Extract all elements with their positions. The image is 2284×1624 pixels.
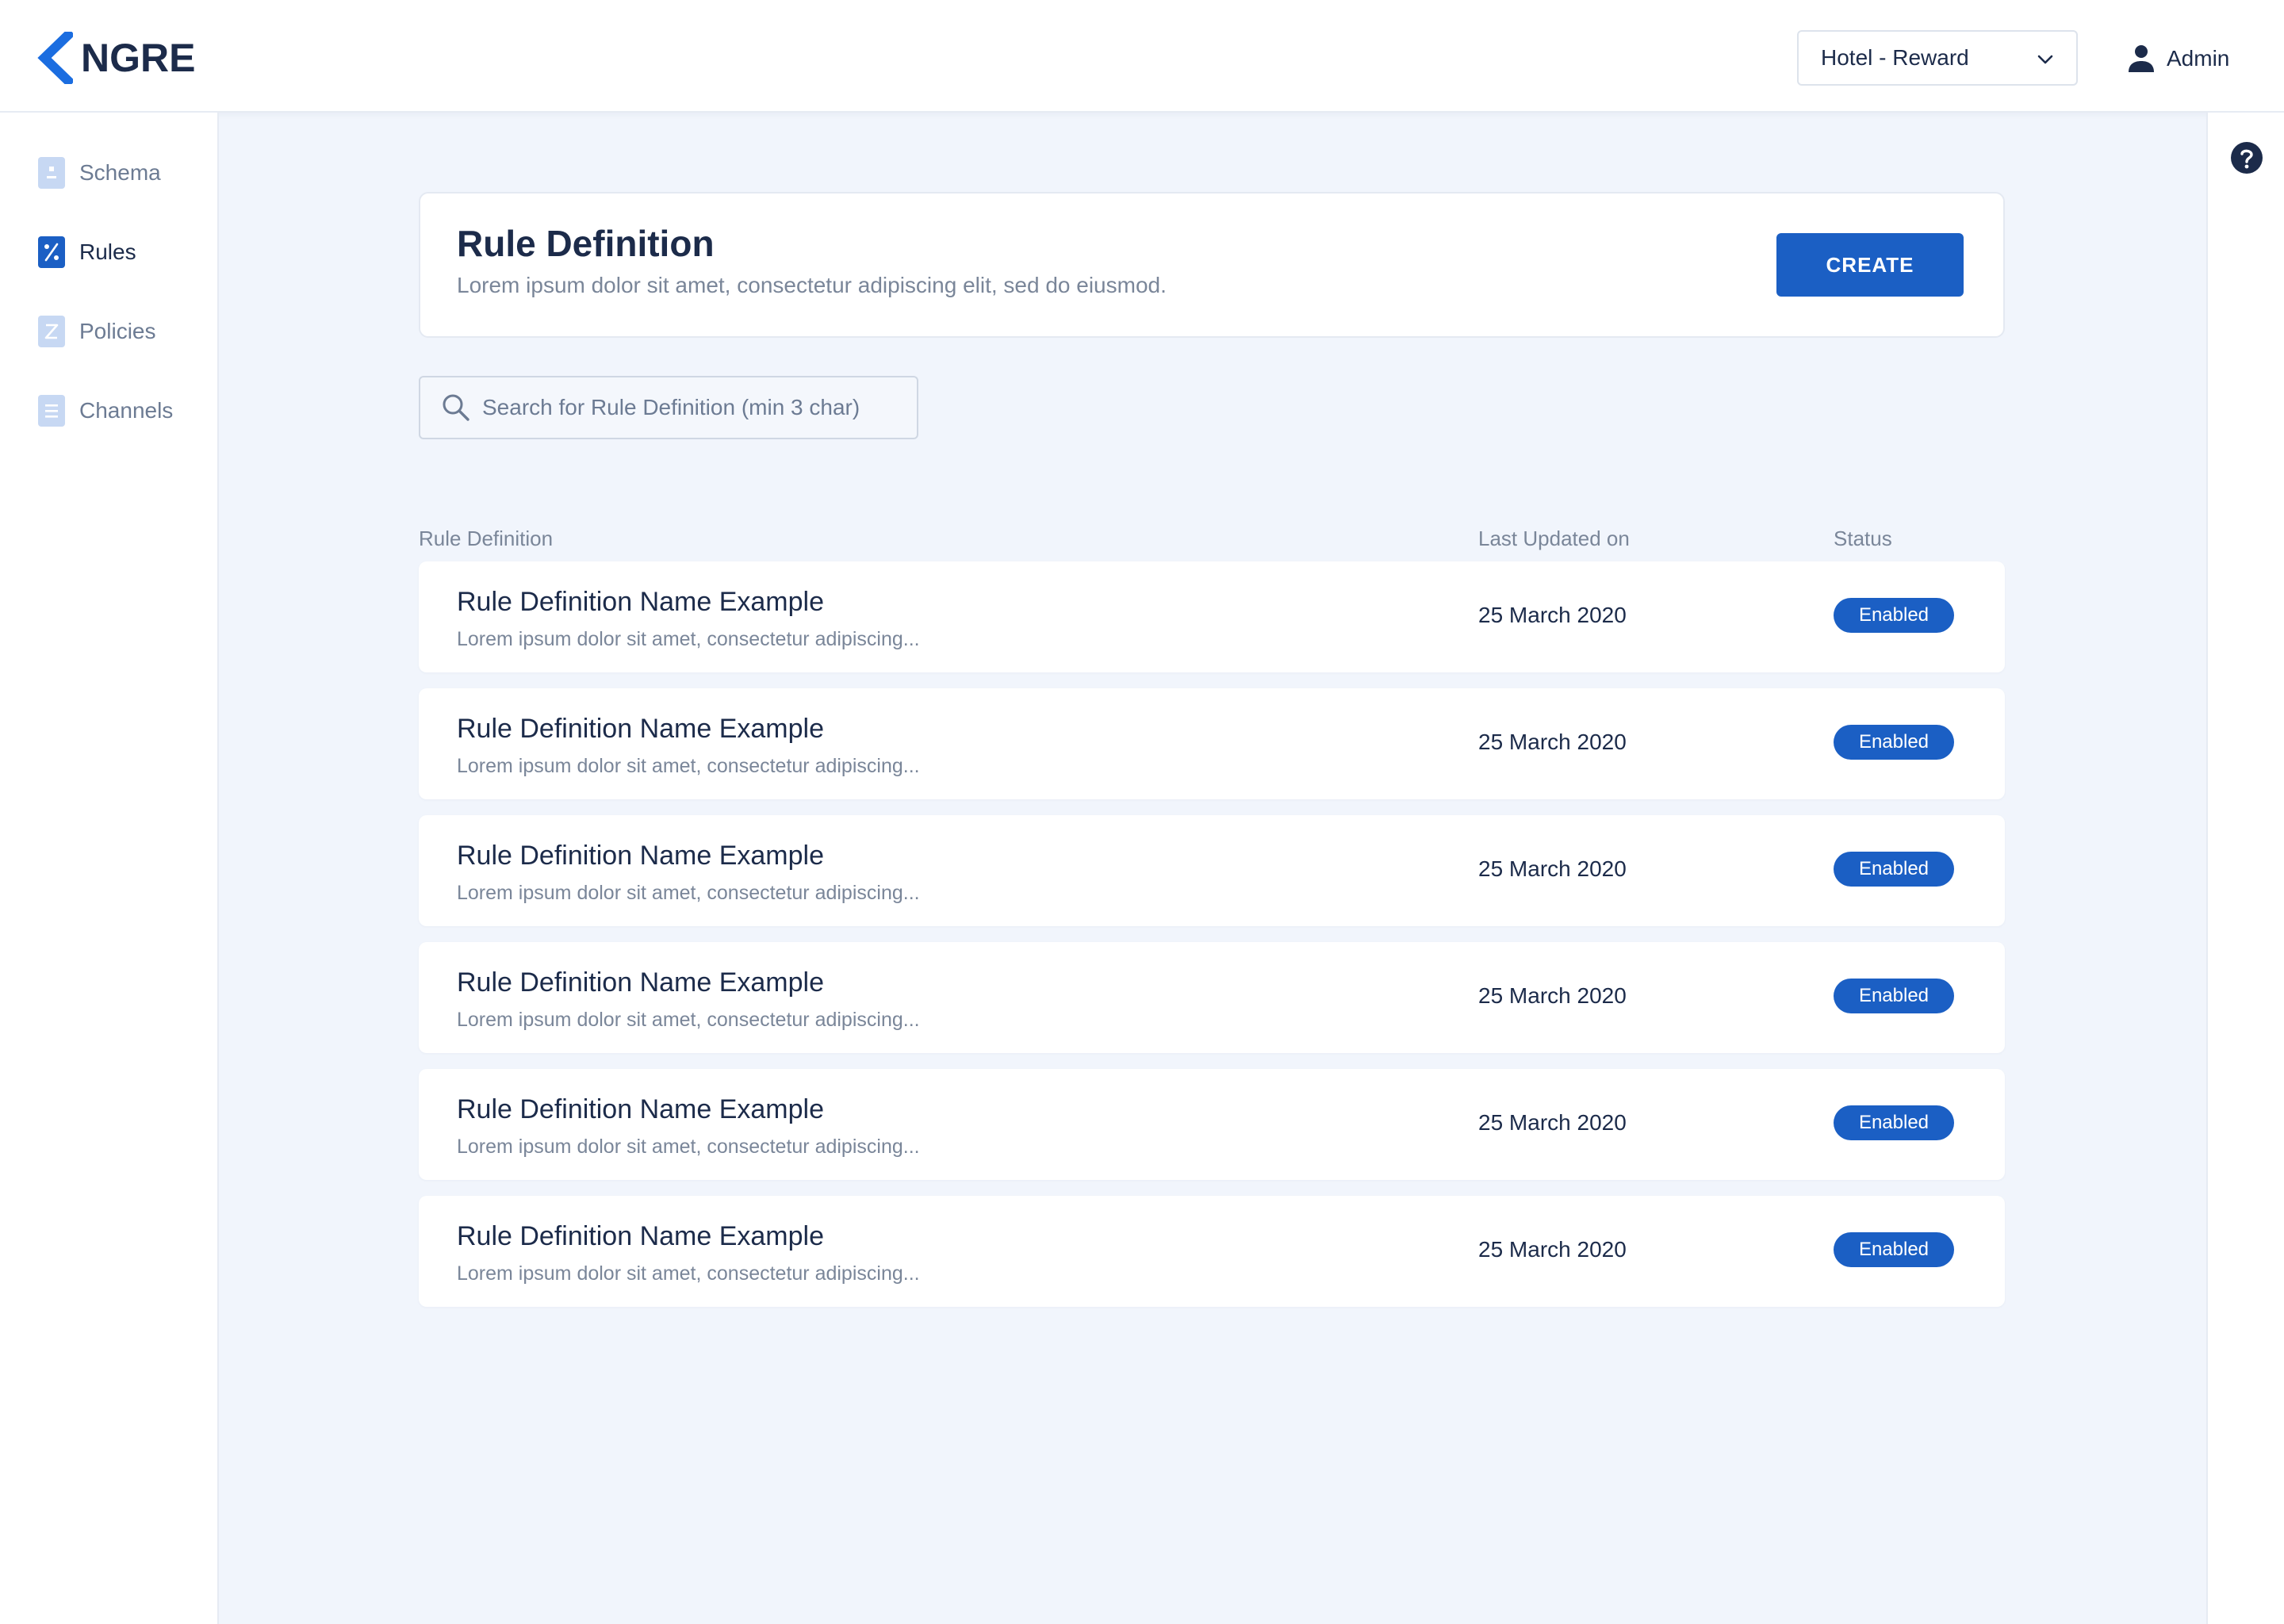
status-badge: Enabled — [1834, 979, 1954, 1013]
logo-text: NGRE — [81, 36, 196, 80]
sidebar-item-label: Rules — [79, 239, 136, 264]
sidebar-item-label: Channels — [79, 398, 174, 423]
chevron-left-logo-icon — [37, 32, 73, 84]
right-rail — [2206, 113, 2284, 1624]
rule-description: Lorem ipsum dolor sit amet, consectetur … — [457, 882, 920, 904]
status-badge: Enabled — [1834, 598, 1954, 633]
column-header-last-updated[interactable]: Last Updated on — [1478, 527, 1630, 551]
user-menu[interactable]: Admin — [2127, 41, 2229, 76]
policy-icon — [38, 316, 65, 347]
rule-description: Lorem ipsum dolor sit amet, consectetur … — [457, 755, 920, 777]
sidebar-item-policies[interactable]: Policies — [38, 314, 155, 349]
org-selector-value: Hotel - Reward — [1821, 45, 1969, 70]
table-row[interactable]: Rule Definition Name Example Lorem ipsum… — [419, 561, 2005, 672]
status-badge: Enabled — [1834, 1232, 1954, 1267]
status-badge: Enabled — [1834, 852, 1954, 887]
search-icon — [443, 394, 469, 421]
rule-name[interactable]: Rule Definition Name Example — [457, 1094, 824, 1125]
sidebar-item-label: Schema — [79, 160, 161, 185]
chevron-down-icon — [2037, 55, 2053, 64]
rule-description: Lorem ipsum dolor sit amet, consectetur … — [457, 1136, 920, 1158]
table-row[interactable]: Rule Definition Name Example Lorem ipsum… — [419, 1069, 2005, 1180]
status-badge: Enabled — [1834, 1105, 1954, 1140]
document-icon — [38, 395, 65, 427]
sidebar-item-channels[interactable]: Channels — [38, 393, 173, 428]
page-subtitle: Lorem ipsum dolor sit amet, consectetur … — [457, 273, 1167, 297]
sidebar-item-label: Policies — [79, 319, 156, 343]
table-row[interactable]: Rule Definition Name Example Lorem ipsum… — [419, 815, 2005, 926]
last-updated-date: 25 March 2020 — [1478, 1237, 1627, 1262]
page-title: Rule Definition — [457, 223, 715, 264]
table-row[interactable]: Rule Definition Name Example Lorem ipsum… — [419, 1196, 2005, 1307]
table-row[interactable]: Rule Definition Name Example Lorem ipsum… — [419, 942, 2005, 1053]
percent-icon — [38, 236, 65, 268]
rule-description: Lorem ipsum dolor sit amet, consectetur … — [457, 628, 920, 650]
app-logo[interactable]: NGRE — [36, 30, 195, 86]
rule-name[interactable]: Rule Definition Name Example — [457, 841, 824, 871]
last-updated-date: 25 March 2020 — [1478, 983, 1627, 1008]
last-updated-date: 25 March 2020 — [1478, 603, 1627, 627]
sidebar-item-schema[interactable]: Schema — [38, 155, 161, 190]
page-intro-card: Rule Definition Lorem ipsum dolor sit am… — [419, 192, 2005, 338]
rule-name[interactable]: Rule Definition Name Example — [457, 1221, 824, 1252]
create-button[interactable]: CREATE — [1776, 233, 1964, 297]
table-row[interactable]: Rule Definition Name Example Lorem ipsum… — [419, 688, 2005, 799]
rule-description: Lorem ipsum dolor sit amet, consectetur … — [457, 1262, 920, 1285]
user-name: Admin — [2167, 46, 2230, 71]
last-updated-date: 25 March 2020 — [1478, 856, 1627, 881]
column-header-status[interactable]: Status — [1834, 527, 1892, 551]
sidebar: Schema Rules Policies Channels — [0, 113, 219, 1624]
search-box[interactable] — [419, 376, 918, 439]
column-header-rule-definition[interactable]: Rule Definition — [419, 527, 553, 551]
help-icon[interactable] — [2230, 141, 2263, 174]
search-input[interactable] — [482, 395, 910, 420]
rule-description: Lorem ipsum dolor sit amet, consectetur … — [457, 1009, 920, 1031]
rule-name[interactable]: Rule Definition Name Example — [457, 714, 824, 745]
top-header: NGRE Hotel - Reward Admin — [0, 0, 2284, 113]
user-icon — [2129, 45, 2154, 72]
schema-icon — [38, 157, 65, 189]
sidebar-item-rules[interactable]: Rules — [38, 235, 136, 270]
org-selector[interactable]: Hotel - Reward — [1797, 30, 2078, 86]
last-updated-date: 25 March 2020 — [1478, 730, 1627, 754]
last-updated-date: 25 March 2020 — [1478, 1110, 1627, 1135]
rule-name[interactable]: Rule Definition Name Example — [457, 587, 824, 618]
rule-name[interactable]: Rule Definition Name Example — [457, 967, 824, 998]
status-badge: Enabled — [1834, 725, 1954, 760]
